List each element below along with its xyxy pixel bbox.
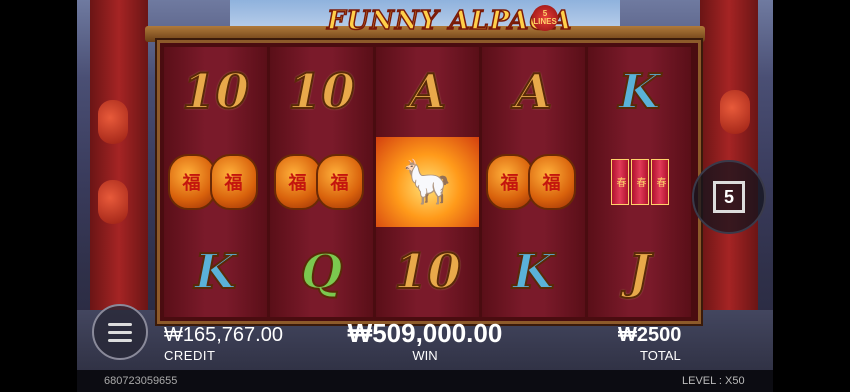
reel-area: 10 福福 K 10 福福 Q A 🦙 10 A 福福 K K 春春春 J bbox=[157, 40, 701, 324]
symbol-k: K bbox=[194, 243, 238, 301]
lantern-icon: 福 bbox=[273, 154, 322, 210]
lantern-icon: 福 bbox=[209, 154, 258, 210]
symbol-k: K bbox=[618, 63, 662, 121]
symbol-q: Q bbox=[300, 243, 344, 301]
total-bet-label: TOTAL bbox=[640, 348, 681, 363]
lantern-icon: 福 bbox=[527, 154, 576, 210]
firecracker-stick-icon: 春 bbox=[630, 159, 649, 205]
symbol-10: 10 bbox=[393, 243, 462, 301]
level-indicator: LEVEL : X50 bbox=[682, 375, 745, 387]
alpaca-wild-icon: 🦙 bbox=[376, 137, 479, 227]
lines-button[interactable]: 5 bbox=[692, 160, 766, 234]
win-value: ₩509,000.00 bbox=[347, 318, 503, 348]
lanterns-icon: 福福 bbox=[167, 154, 258, 210]
background-lantern bbox=[98, 180, 128, 224]
symbol-k: K bbox=[512, 243, 556, 301]
reel-symbol: J bbox=[588, 227, 691, 317]
footer-strip bbox=[77, 370, 773, 392]
lantern-icon: 福 bbox=[485, 154, 534, 210]
lanterns-icon: 福福 bbox=[485, 154, 576, 210]
background-lantern bbox=[98, 100, 128, 144]
lines-value: 5 bbox=[713, 181, 745, 213]
firecracker-stick-icon: 春 bbox=[650, 159, 669, 205]
reel-1: 10 福福 K bbox=[164, 47, 267, 317]
reel-symbol: 福福 bbox=[482, 137, 585, 227]
win-label: WIN bbox=[412, 348, 438, 363]
reel-symbol: K bbox=[588, 47, 691, 137]
round-id: 680723059655 bbox=[104, 375, 178, 387]
reel-symbol: 10 bbox=[164, 47, 267, 137]
reel-symbol: 10 bbox=[270, 47, 373, 137]
firecracker-icon: 春春春 bbox=[610, 159, 669, 205]
background-lantern bbox=[720, 90, 750, 134]
reel-symbol: 🦙 bbox=[376, 137, 479, 227]
left-pillar bbox=[90, 0, 148, 340]
reel-5: K春春春J bbox=[588, 47, 691, 317]
lantern-icon: 福 bbox=[315, 154, 364, 210]
reel-symbol: K bbox=[482, 227, 585, 317]
reel-3: A 🦙 10 bbox=[376, 47, 479, 317]
symbol-j: J bbox=[627, 243, 652, 301]
game-screen: 10 福福 K 10 福福 Q A 🦙 10 A 福福 K K 春春春 J FUNNY ALPACA 5 L… bbox=[0, 0, 850, 392]
lantern-icon: 福 bbox=[167, 154, 216, 210]
lanterns-icon: 福福 bbox=[273, 154, 364, 210]
reel-symbol: A bbox=[376, 47, 479, 137]
lines-badge: 5 LINES bbox=[532, 5, 558, 31]
symbol-a: A bbox=[514, 63, 553, 121]
symbol-10: 10 bbox=[287, 63, 356, 121]
reel-symbol: A bbox=[482, 47, 585, 137]
reel-symbol: 福福 bbox=[164, 137, 267, 227]
reel-symbol: 10 bbox=[376, 227, 479, 317]
reel-symbol: 春春春 bbox=[588, 137, 691, 227]
reel-symbol: 福福 bbox=[270, 137, 373, 227]
reel-symbol: K bbox=[164, 227, 267, 317]
reel-2: 10 福福 Q bbox=[270, 47, 373, 317]
total-bet-value[interactable]: ₩2500 bbox=[618, 324, 681, 347]
reel-symbol: Q bbox=[270, 227, 373, 317]
reel-4: A福福K bbox=[482, 47, 585, 317]
firecracker-stick-icon: 春 bbox=[610, 159, 629, 205]
symbol-10: 10 bbox=[181, 63, 250, 121]
symbol-a: A bbox=[408, 63, 447, 121]
